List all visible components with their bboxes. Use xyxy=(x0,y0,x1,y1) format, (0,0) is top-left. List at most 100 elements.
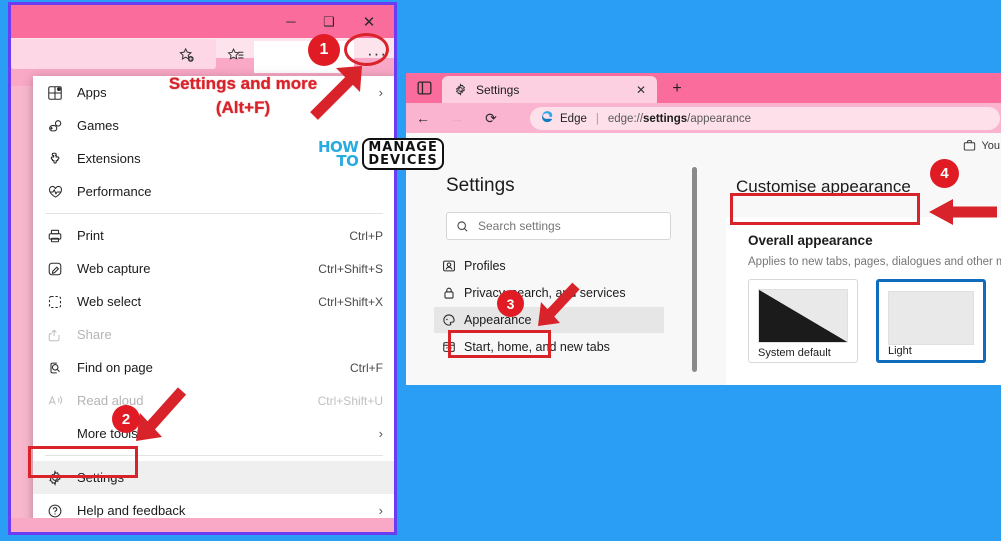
menu-shortcut: Ctrl+P xyxy=(349,228,383,243)
maximize-button[interactable]: ❑ xyxy=(310,5,348,38)
settings-scrollbar[interactable] xyxy=(692,167,697,372)
briefcase-icon xyxy=(963,139,976,152)
appearance-icon xyxy=(434,313,464,327)
minimize-icon: ─ xyxy=(286,14,296,29)
close-icon[interactable]: ✕ xyxy=(633,83,649,97)
watermark-how-to: HOW TO xyxy=(318,140,359,170)
step-badge-1: 1 xyxy=(308,34,340,66)
back-button[interactable]: ← xyxy=(406,103,440,133)
tab-actions-icon[interactable] xyxy=(410,76,438,100)
games-icon xyxy=(33,118,77,134)
callout-line-2: (Alt+F) xyxy=(215,98,271,117)
highlight-ellipse-more-button xyxy=(344,33,389,66)
theme-thumbnail xyxy=(888,291,974,345)
minimize-button[interactable]: ─ xyxy=(272,5,310,38)
lock-icon xyxy=(434,286,464,300)
new-tab-button[interactable]: + xyxy=(664,77,690,101)
url-input[interactable]: Edge | edge://settings/appearance xyxy=(530,107,1000,130)
gear-icon xyxy=(450,83,470,96)
menu-shortcut: Ctrl+Shift+U xyxy=(317,393,383,408)
url-divider: | xyxy=(595,112,599,125)
search-settings-input[interactable]: Search settings xyxy=(446,212,671,240)
search-placeholder: Search settings xyxy=(478,219,561,233)
theme-option-light[interactable]: Light xyxy=(876,279,986,363)
chevron-right-icon: › xyxy=(378,503,383,518)
sidebar-item-label: Privacy, search, and services xyxy=(464,286,626,300)
edge-logo-icon xyxy=(540,110,554,127)
menu-divider xyxy=(45,213,383,214)
plus-icon: + xyxy=(672,80,682,97)
overall-appearance-card: Overall appearance Applies to new tabs, … xyxy=(726,217,1001,385)
menu-label: Games xyxy=(77,118,119,133)
favorites-star-list-icon[interactable] xyxy=(223,43,249,67)
theme-label: System default xyxy=(758,347,831,359)
url-prefix: edge:// xyxy=(607,112,644,125)
profiles-icon xyxy=(434,259,464,273)
refresh-icon: ⟳ xyxy=(485,109,497,126)
step-badge-2: 2 xyxy=(112,405,140,433)
extensions-icon xyxy=(33,151,77,167)
help-icon xyxy=(33,503,77,519)
tab-settings[interactable]: Settings ✕ xyxy=(442,76,657,103)
menu-label: Print xyxy=(77,228,104,243)
watermark-to: TO xyxy=(336,152,359,170)
step-badge-4: 4 xyxy=(930,159,959,188)
theme-option-system-default[interactable]: System default xyxy=(748,279,858,363)
theme-thumbnail xyxy=(758,289,848,343)
menu-item-web-select[interactable]: Web select Ctrl+Shift+X xyxy=(33,285,394,318)
maximize-icon: ❑ xyxy=(323,13,335,29)
performance-icon xyxy=(33,184,77,200)
chevron-right-icon: › xyxy=(378,426,383,441)
address-bar: ← → ⟳ Edge | edge://settings/appearance xyxy=(406,103,1001,133)
watermark-logo: HOW TO MANAGE DEVICES xyxy=(318,138,444,170)
callout-line-1: Settings and more xyxy=(168,74,318,93)
url-bold-segment: settings xyxy=(643,112,688,125)
refresh-button[interactable]: ⟳ xyxy=(474,103,508,133)
highlight-box-settings xyxy=(28,446,138,478)
menu-item-print[interactable]: Print Ctrl+P xyxy=(33,219,394,252)
managed-note-text: You xyxy=(981,139,1000,152)
menu-label: Share xyxy=(77,327,112,342)
find-icon xyxy=(33,360,77,376)
title-bar: ─ ❑ ✕ xyxy=(11,5,394,38)
menu-label: Performance xyxy=(77,184,152,199)
sidebar-item-profiles[interactable]: Profiles xyxy=(434,253,664,279)
managed-browser-note: You xyxy=(963,139,1000,152)
watermark-devices: DEVICES xyxy=(368,153,438,168)
menu-label: Web select xyxy=(77,294,142,309)
arrow-right-icon: → xyxy=(450,110,464,126)
step-badge-3: 3 xyxy=(497,290,524,317)
menu-shortcut: Ctrl+F xyxy=(350,360,383,375)
sidebar-item-label: Profiles xyxy=(464,259,506,273)
web-select-icon xyxy=(33,294,77,310)
url-brand-label: Edge xyxy=(560,112,587,125)
chevron-right-icon: › xyxy=(378,85,383,100)
url-text: edge://settings/appearance xyxy=(608,113,751,125)
menu-item-performance[interactable]: Performance xyxy=(33,175,394,208)
menu-item-web-capture[interactable]: Web capture Ctrl+Shift+S xyxy=(33,252,394,285)
tab-title: Settings xyxy=(476,82,520,97)
menu-item-read-aloud: Read aloud Ctrl+Shift+U xyxy=(33,384,394,417)
card-subtitle: Applies to new tabs, pages, dialogues an… xyxy=(748,256,1001,268)
menu-shortcut: Ctrl+Shift+S xyxy=(318,261,383,276)
close-icon: ✕ xyxy=(362,13,376,31)
callout-settings-and-more: Settings and more (Alt+F) xyxy=(118,72,368,120)
window-bottom-bar xyxy=(11,518,394,532)
star-plus-icon[interactable] xyxy=(173,43,199,67)
forward-button: → xyxy=(440,103,474,133)
search-icon xyxy=(456,220,469,233)
sidebar-item-privacy[interactable]: Privacy, search, and services xyxy=(434,280,664,306)
tab-bar: Settings ✕ + xyxy=(406,73,1001,103)
menu-label: Read aloud xyxy=(77,393,144,408)
theme-label: Light xyxy=(888,345,912,357)
web-capture-icon xyxy=(33,261,77,277)
menu-label: Help and feedback xyxy=(77,503,186,518)
highlight-box-appearance xyxy=(448,330,551,358)
page-title: Settings xyxy=(446,175,515,196)
system-default-swatch xyxy=(759,290,847,342)
menu-label: Find on page xyxy=(77,360,153,375)
url-suffix: /appearance xyxy=(687,112,752,125)
sidebar-item-label: Appearance xyxy=(464,313,532,327)
read-aloud-icon xyxy=(33,393,77,409)
menu-item-find-on-page[interactable]: Find on page Ctrl+F xyxy=(33,351,394,384)
